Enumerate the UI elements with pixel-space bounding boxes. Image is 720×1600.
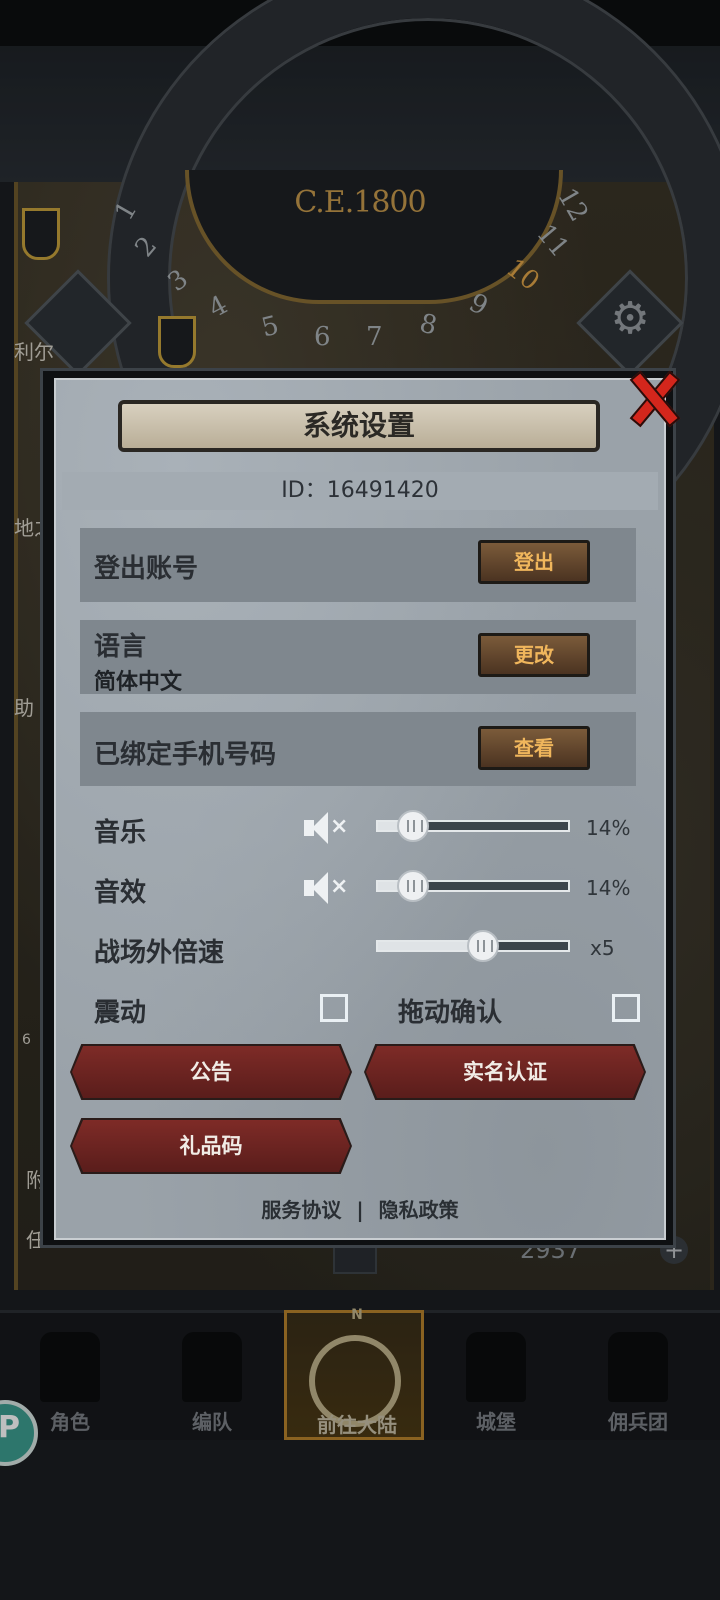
footer-links: 服务协议 | 隐私政策 (0, 1194, 720, 1223)
language-label: 语言 (94, 632, 147, 662)
privacy-link[interactable]: 隐私政策 (379, 1198, 459, 1222)
notice-button-label: 公告 (190, 1060, 232, 1084)
sfx-slider-thumb[interactable] (397, 870, 430, 902)
vibration-label: 震动 (94, 998, 147, 1028)
footer-separator: | (356, 1198, 364, 1222)
music-slider-thumb[interactable] (397, 810, 430, 842)
change-language-button[interactable]: 更改 (478, 633, 590, 677)
music-label: 音乐 (94, 818, 147, 848)
terms-link[interactable]: 服务协议 (261, 1198, 341, 1222)
battle-speed-slider-thumb[interactable] (467, 930, 499, 962)
music-percent: 14% (586, 816, 631, 840)
gift-code-button-label: 礼品码 (179, 1134, 243, 1158)
gift-code-button[interactable]: 礼品码 (70, 1118, 352, 1174)
battle-speed-slider-fill (378, 942, 473, 950)
sfx-mute-button[interactable]: × (302, 870, 349, 906)
logout-button[interactable]: 登出 (478, 540, 590, 584)
view-phone-button[interactable]: 查看 (478, 726, 590, 770)
drag-confirm-label: 拖动确认 (398, 998, 503, 1028)
realname-verify-button[interactable]: 实名认证 (364, 1044, 646, 1100)
battle-speed-value: x5 (590, 936, 615, 960)
notice-button[interactable]: 公告 (70, 1044, 352, 1100)
dialog-title: 系统设置 (118, 400, 600, 452)
realname-verify-button-label: 实名认证 (463, 1060, 547, 1084)
battle-speed-label: 战场外倍速 (94, 938, 225, 968)
mute-x-icon: × (330, 874, 349, 899)
muted-speaker-icon (312, 872, 328, 904)
vibration-checkbox[interactable] (320, 994, 348, 1022)
music-mute-button[interactable]: × (302, 810, 349, 846)
player-id: ID：16491420 (62, 472, 658, 510)
sfx-label: 音效 (94, 878, 147, 908)
muted-speaker-icon (312, 812, 328, 844)
language-value: 简体中文 (94, 670, 183, 695)
drag-confirm-checkbox[interactable] (612, 994, 640, 1022)
logout-label: 登出账号 (94, 554, 199, 584)
close-button[interactable] (628, 370, 681, 428)
phone-label: 已绑定手机号码 (94, 740, 277, 770)
mute-x-icon: × (330, 814, 349, 839)
sfx-percent: 14% (586, 876, 631, 900)
